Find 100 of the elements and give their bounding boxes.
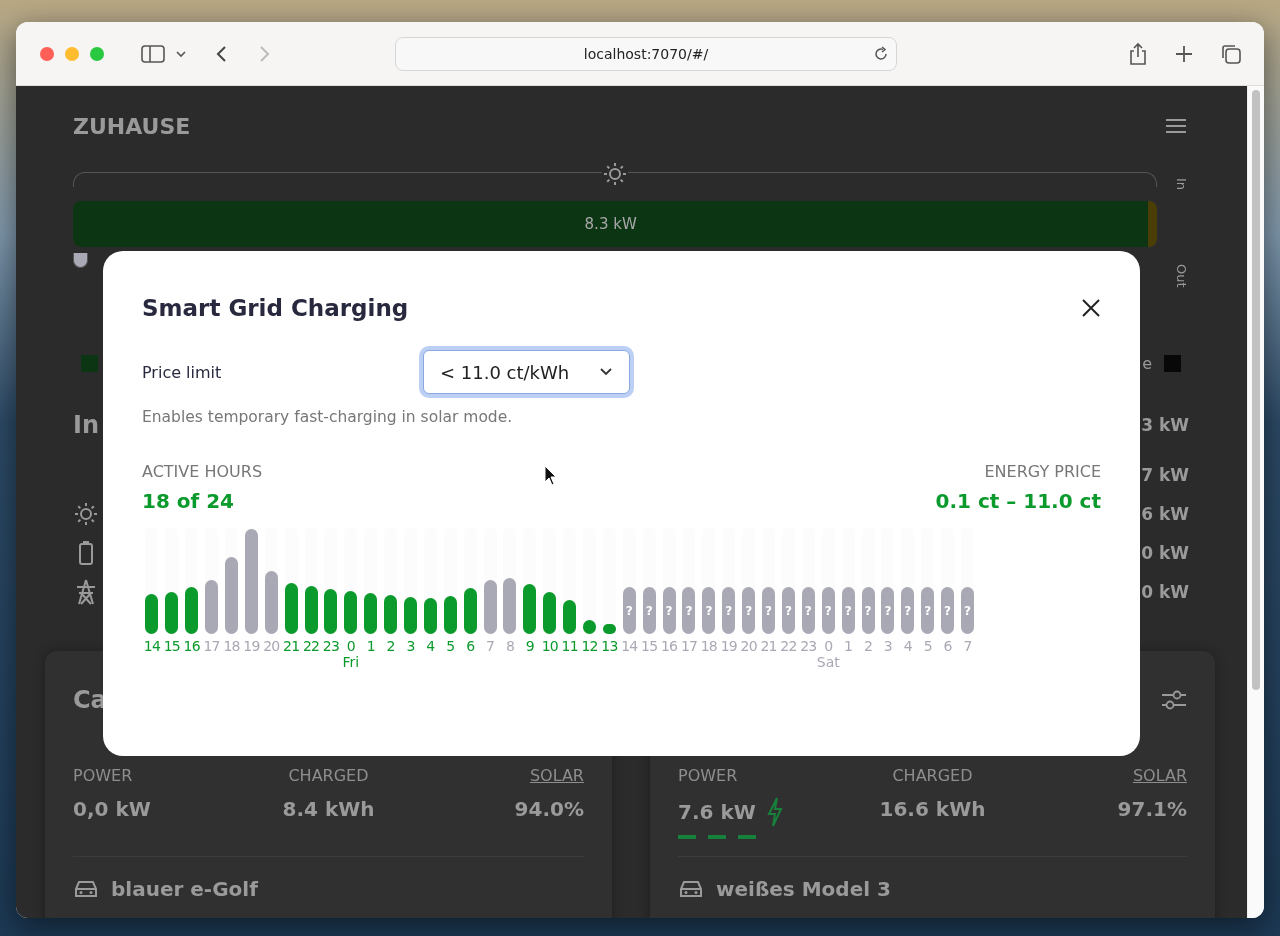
hour-label: 15	[163, 638, 180, 654]
reload-icon[interactable]	[872, 44, 890, 63]
unknown-price-bar: ?	[781, 587, 795, 634]
hour-label: 7	[963, 638, 972, 654]
stat-value: 18 of 24	[142, 489, 236, 513]
car-icon	[678, 879, 704, 899]
settings-icon[interactable]	[1161, 688, 1187, 711]
metric-value: 94.0%	[514, 797, 584, 821]
hour-label: 20	[263, 638, 280, 654]
stat-value: 0.1 ct – 11.0 ct	[935, 489, 1101, 513]
back-icon[interactable]	[215, 43, 229, 64]
unknown-price-bar: ?	[841, 587, 855, 634]
hour-label: 19	[720, 638, 737, 654]
unknown-price-bar: ?	[960, 587, 974, 634]
scrollbar-thumb[interactable]	[1252, 90, 1260, 690]
hour-label: 6	[943, 638, 952, 654]
lightning-icon	[765, 797, 784, 827]
hour-label: 4	[426, 638, 435, 654]
power-value: 7 kW	[1141, 464, 1189, 485]
hour-label: 9	[525, 638, 534, 654]
hour-label: 12	[581, 638, 598, 654]
sidebar-icon[interactable]	[141, 43, 167, 64]
hour-label: 14	[143, 638, 161, 654]
hour-label: 1	[844, 638, 853, 654]
unknown-price-bar: ?	[662, 587, 676, 634]
unknown-price-bar: ?	[622, 587, 636, 634]
hour-label: 0	[824, 638, 833, 654]
vehicle-name: weißes Model 3	[716, 877, 891, 901]
metric-value: 0,0 kW	[73, 797, 151, 821]
hour-label: 13	[601, 638, 618, 654]
hour-label: 4	[903, 638, 912, 654]
power-value: 0 kW	[1141, 542, 1189, 563]
unknown-price-bar: ?	[921, 587, 935, 634]
day-label: Fri	[342, 654, 360, 670]
page-title: ZUHAUSE	[73, 113, 191, 139]
unknown-price-bar: ?	[762, 587, 776, 634]
hint-text: Enables temporary fast-charging in solar mode.	[142, 408, 514, 426]
hour-label: 21	[760, 638, 777, 654]
hour-label: 17	[203, 638, 220, 654]
flow-arc	[73, 253, 88, 268]
metric-label[interactable]: SOLAR	[529, 766, 584, 785]
out-label: Out	[1173, 264, 1189, 288]
hour-label: 23	[322, 638, 340, 654]
hour-label: 16	[661, 638, 678, 654]
hour-label: 19	[243, 638, 260, 654]
share-icon[interactable]	[1128, 41, 1148, 66]
close-window-button[interactable]	[40, 46, 54, 61]
unknown-price-bar: ?	[821, 587, 835, 634]
unknown-price-bar: ?	[941, 587, 955, 634]
hour-label: 2	[386, 638, 395, 654]
metric-value: 97.1%	[1117, 797, 1187, 821]
hour-label: 8	[505, 638, 515, 654]
chevron-down-icon[interactable]	[175, 48, 187, 59]
unknown-price-bar: ?	[722, 587, 736, 634]
hour-label: 3	[883, 638, 892, 654]
hour-label: 15	[641, 638, 658, 654]
unknown-price-bar: ?	[861, 587, 875, 634]
stat-label: ENERGY PRICE	[984, 462, 1101, 481]
modal-title: Smart Grid Charging	[142, 295, 409, 321]
power-value: 0 kW	[1141, 581, 1189, 602]
tabs-icon[interactable]	[1220, 42, 1242, 65]
hour-label: 14	[621, 638, 638, 654]
hour-label: 18	[223, 638, 240, 654]
hour-label: 2	[863, 638, 873, 654]
power-bar-fill: 8.3 kW	[73, 201, 1149, 247]
section-title: In	[73, 411, 99, 439]
metric-value: 8.4 kWh	[282, 797, 375, 821]
unknown-price-bar: ?	[742, 587, 756, 634]
hour-label: 22	[780, 638, 797, 654]
stat-label: ACTIVE HOURS	[142, 462, 263, 481]
menu-icon[interactable]	[1165, 117, 1187, 135]
hour-label: 11	[561, 638, 578, 654]
close-button[interactable]	[1081, 298, 1101, 318]
legend-swatch	[1164, 354, 1181, 372]
hour-label: 22	[302, 638, 320, 654]
unknown-price-bar: ?	[702, 587, 716, 634]
hour-label: 10	[541, 638, 558, 654]
hour-label: 16	[183, 638, 200, 654]
unknown-price-bar: ?	[881, 587, 895, 634]
vehicle-name: blauer e-Golf	[111, 877, 258, 901]
unknown-price-bar: ?	[682, 587, 696, 634]
address-bar[interactable]: localhost:7070/#/	[395, 36, 897, 71]
metric-label: CHARGED	[288, 766, 369, 785]
sun-icon	[73, 500, 99, 527]
plus-icon[interactable]	[1174, 43, 1194, 64]
chevron-down-icon	[599, 367, 613, 377]
hour-label: 0	[346, 638, 355, 654]
unknown-price-bar: ?	[801, 587, 815, 634]
car-icon	[73, 879, 99, 899]
legend-label: e	[1142, 353, 1152, 373]
metric-value: 16.6 kWh	[879, 797, 986, 821]
hour-label: 5	[923, 638, 932, 654]
metric-label: POWER	[73, 766, 134, 785]
unknown-price-bar: ?	[901, 587, 915, 634]
metric-value: 7.6 kW	[678, 800, 756, 824]
hour-label: 3	[406, 638, 415, 654]
hour-label: 21	[283, 638, 300, 654]
hour-label: 6	[466, 638, 475, 654]
unknown-price-bar: ?	[642, 587, 656, 634]
metric-label[interactable]: SOLAR	[1132, 766, 1187, 785]
